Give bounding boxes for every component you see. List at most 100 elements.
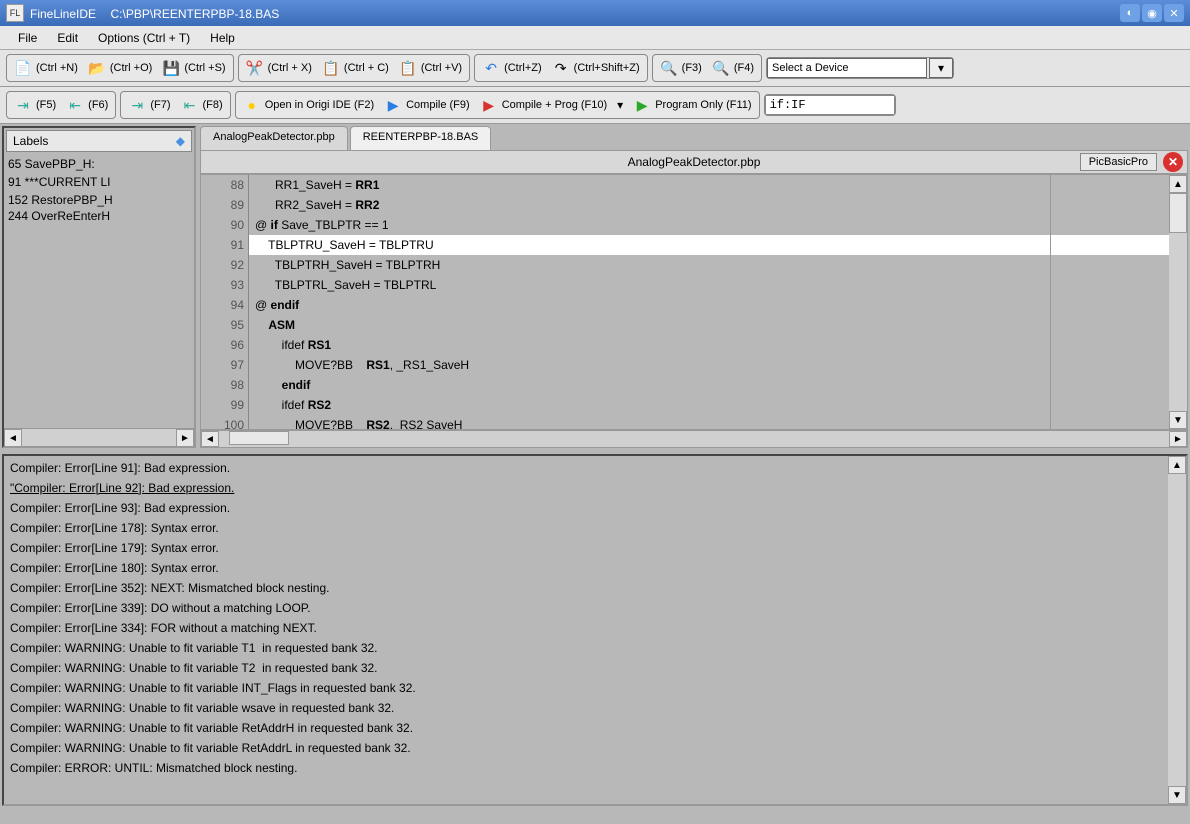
output-line[interactable]: Compiler: Error[Line 91]: Bad expression… (10, 458, 1162, 478)
output-line[interactable]: Compiler: Error[Line 178]: Syntax error. (10, 518, 1162, 538)
editor-vscroll[interactable]: ▲ ▼ (1169, 175, 1187, 429)
scroll-left-icon[interactable]: ◄ (4, 429, 22, 447)
window-title: FineLineIDE C:\PBP\REENTERPBP-18.BAS (30, 6, 1120, 21)
save-file-button[interactable]: 💾(Ctrl +S) (158, 57, 229, 79)
code-line[interactable]: endif (249, 375, 1169, 395)
chevron-down-icon: ▾ (938, 61, 944, 75)
output-line[interactable]: Compiler: WARNING: Unable to fit variabl… (10, 718, 1162, 738)
find-next-button[interactable]: 🔍(F4) (708, 57, 758, 79)
new-file-icon: 📄 (14, 59, 32, 77)
scroll-up-icon[interactable]: ▲ (1168, 456, 1186, 474)
code-line[interactable]: ifdef RS1 (249, 335, 1169, 355)
output-line[interactable]: Compiler: ERROR: UNTIL: Mismatched block… (10, 758, 1162, 778)
tab-analogpeak[interactable]: AnalogPeakDetector.pbp (200, 126, 348, 150)
scroll-right-icon[interactable]: ► (176, 429, 194, 447)
redo-button[interactable]: ↷(Ctrl+Shift+Z) (548, 57, 644, 79)
scroll-thumb[interactable] (1169, 193, 1187, 233)
minimize-button[interactable]: ◐ (1120, 4, 1140, 22)
title-bar: FL FineLineIDE C:\PBP\REENTERPBP-18.BAS … (0, 0, 1190, 26)
format-f7-button[interactable]: ⇥(F7) (124, 94, 174, 116)
label-item[interactable]: 91 ***CURRENT LI (8, 174, 190, 190)
compile-button[interactable]: ▶Compile (F9) (380, 94, 474, 116)
if-input[interactable] (765, 95, 895, 115)
new-file-button[interactable]: 📄(Ctrl +N) (10, 57, 82, 79)
device-dropdown-button[interactable]: ▾ (929, 58, 953, 78)
code-editor[interactable]: RR1_SaveH = RR1 RR2_SaveH = RR2@ if Save… (249, 175, 1169, 429)
close-window-button[interactable]: ✕ (1164, 4, 1184, 22)
scroll-down-icon[interactable]: ▼ (1169, 411, 1187, 429)
compiler-output[interactable]: Compiler: Error[Line 91]: Bad expression… (4, 456, 1168, 804)
code-line[interactable]: MOVE?BB RS1, _RS1_SaveH (249, 355, 1169, 375)
label-list[interactable]: 65 SavePBP_H: 91 ***CURRENT LI 152 Restore… (4, 154, 194, 428)
output-vscroll[interactable]: ▲ ▼ (1168, 456, 1186, 804)
open-orig-ide-button[interactable]: ●Open in Origi IDE (F2) (239, 94, 378, 116)
scroll-thumb[interactable] (229, 431, 289, 445)
output-line[interactable]: Compiler: WARNING: Unable to fit variabl… (10, 658, 1162, 678)
output-line[interactable]: Compiler: Error[Line 334]: FOR without a… (10, 618, 1162, 638)
label-item[interactable]: 65 SavePBP_H: (8, 156, 190, 172)
outdent-f6-button[interactable]: ⇤(F6) (62, 94, 112, 116)
device-select[interactable] (767, 58, 927, 78)
code-line[interactable]: @ endif (249, 295, 1169, 315)
code-line[interactable]: ifdef RS2 (249, 395, 1169, 415)
maximize-button[interactable]: ◉ (1142, 4, 1162, 22)
output-line[interactable]: "Compiler: Error[Line 92]: Bad expressio… (10, 478, 1162, 498)
play-green-icon: ▶ (633, 96, 651, 114)
paste-icon: 📋 (399, 59, 417, 77)
copy-button[interactable]: 📋(Ctrl + C) (318, 57, 393, 79)
circle-yellow-icon: ● (243, 96, 261, 114)
program-only-button[interactable]: ▶Program Only (F11) (629, 94, 755, 116)
menu-options[interactable]: Options (Ctrl + T) (88, 28, 200, 48)
ruler-line (1050, 175, 1051, 429)
menu-help[interactable]: Help (200, 28, 245, 48)
line-gutter: 888990919293949596979899100 (201, 175, 249, 429)
search-next-icon: 🔍 (712, 59, 730, 77)
find-button[interactable]: 🔍(F3) (656, 57, 706, 79)
code-line[interactable]: RR1_SaveH = RR1 (249, 175, 1169, 195)
compile-prog-button[interactable]: ▶Compile + Prog (F10) (476, 94, 611, 116)
menu-edit[interactable]: Edit (47, 28, 88, 48)
output-line[interactable]: Compiler: Error[Line 180]: Syntax error. (10, 558, 1162, 578)
labels-header-text: Labels (13, 134, 48, 148)
indent-f5-button[interactable]: ⇥(F5) (10, 94, 60, 116)
open-file-button[interactable]: 📂(Ctrl +O) (84, 57, 156, 79)
indent-icon: ⇥ (14, 96, 32, 114)
output-line[interactable]: Compiler: Error[Line 352]: NEXT: Mismatc… (10, 578, 1162, 598)
output-line[interactable]: Compiler: Error[Line 339]: DO without a … (10, 598, 1162, 618)
code-line[interactable]: TBLPTRH_SaveH = TBLPTRH (249, 255, 1169, 275)
code-line[interactable]: MOVE?BB RS2, RS2 SaveH (249, 415, 1169, 429)
play-red-icon: ▶ (480, 96, 498, 114)
sidebar-hscroll[interactable]: ◄ ► (4, 428, 194, 446)
scroll-down-icon[interactable]: ▼ (1168, 786, 1186, 804)
format-icon: ⇥ (128, 96, 146, 114)
output-line[interactable]: Compiler: Error[Line 93]: Bad expression… (10, 498, 1162, 518)
code-line[interactable]: RR2_SaveH = RR2 (249, 195, 1169, 215)
outdent-icon: ⇤ (66, 96, 84, 114)
format-f8-button[interactable]: ⇤(F8) (177, 94, 227, 116)
label-item[interactable]: 244 OverReEnterH (8, 208, 190, 224)
labels-dropdown[interactable]: Labels ◆ (6, 130, 192, 152)
cut-button[interactable]: ✂️(Ctrl + X) (242, 57, 316, 79)
menu-file[interactable]: File (8, 28, 47, 48)
compile-prog-dropdown[interactable]: ▾ (613, 96, 627, 114)
search-icon: 🔍 (660, 59, 678, 77)
editor-hscroll[interactable]: ◄ ► (200, 430, 1188, 448)
output-line[interactable]: Compiler: Error[Line 179]: Syntax error. (10, 538, 1162, 558)
output-line[interactable]: Compiler: WARNING: Unable to fit variabl… (10, 738, 1162, 758)
close-tab-button[interactable]: ✕ (1163, 152, 1183, 172)
scroll-up-icon[interactable]: ▲ (1169, 175, 1187, 193)
redo-icon: ↷ (552, 59, 570, 77)
output-line[interactable]: Compiler: WARNING: Unable to fit variabl… (10, 678, 1162, 698)
code-line[interactable]: TBLPTRL_SaveH = TBLPTRL (249, 275, 1169, 295)
code-line[interactable]: ASM (249, 315, 1169, 335)
output-line[interactable]: Compiler: WARNING: Unable to fit variabl… (10, 698, 1162, 718)
scroll-right-icon[interactable]: ► (1169, 431, 1187, 447)
paste-button[interactable]: 📋(Ctrl +V) (395, 57, 466, 79)
scroll-left-icon[interactable]: ◄ (201, 431, 219, 447)
code-line[interactable]: @ if Save_TBLPTR == 1 (249, 215, 1169, 235)
label-item[interactable]: 152 RestorePBP_H (8, 192, 190, 208)
undo-button[interactable]: ↶(Ctrl+Z) (478, 57, 546, 79)
code-line[interactable]: TBLPTRU_SaveH = TBLPTRU (249, 235, 1169, 255)
tab-reenterpbp[interactable]: REENTERPBP-18.BAS (350, 126, 492, 150)
output-line[interactable]: Compiler: WARNING: Unable to fit variabl… (10, 638, 1162, 658)
